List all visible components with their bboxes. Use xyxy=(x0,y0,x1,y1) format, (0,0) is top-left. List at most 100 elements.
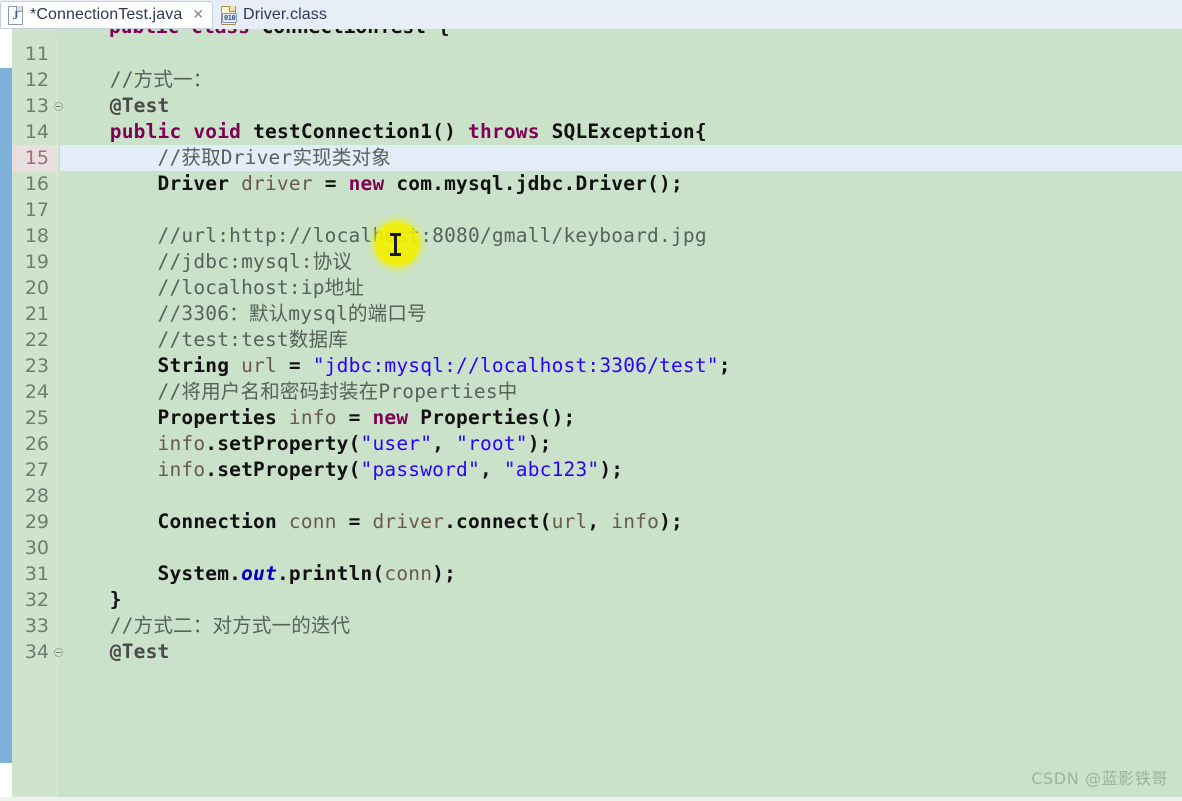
code-line[interactable]: 34 @Test xyxy=(0,639,1182,665)
code-text: //localhost:ip地址 xyxy=(62,275,364,301)
code-line[interactable]: 31 System.out.println(conn); xyxy=(0,561,1182,587)
line-number: 25 xyxy=(12,405,52,431)
code-token: System. xyxy=(62,562,241,585)
code-line[interactable]: 21 //3306：默认mysql的端口号 xyxy=(0,301,1182,327)
line-number: 26 xyxy=(12,431,52,457)
line-number: 28 xyxy=(12,483,52,509)
code-text: info.setProperty("user", "root"); xyxy=(62,431,552,457)
code-line[interactable]: 24 //将用户名和密码封装在Properties中 xyxy=(0,379,1182,405)
code-line[interactable]: 18 //url:http://localhost:8080/gmall/key… xyxy=(0,223,1182,249)
code-token: //localhost:ip地址 xyxy=(62,276,364,299)
code-token: info xyxy=(289,406,337,429)
tab-connectiontest-java[interactable]: J *ConnectionTest.java ✕ xyxy=(0,1,213,29)
line-number: 22 xyxy=(12,327,52,353)
code-text: } xyxy=(62,587,122,613)
code-line[interactable]: 25 Properties info = new Properties(); xyxy=(0,405,1182,431)
code-token: new xyxy=(372,406,408,429)
code-text: System.out.println(conn); xyxy=(62,561,456,587)
code-line[interactable]: 19 //jdbc:mysql:协议 xyxy=(0,249,1182,275)
code-token: SQLException{ xyxy=(540,120,707,143)
line-number: 31 xyxy=(12,561,52,587)
code-line[interactable]: 11 xyxy=(0,41,1182,67)
code-line[interactable]: 23 String url = "jdbc:mysql://localhost:… xyxy=(0,353,1182,379)
code-line[interactable]: 17 xyxy=(0,197,1182,223)
code-text: String url = "jdbc:mysql://localhost:330… xyxy=(62,353,731,379)
code-line[interactable]: 22 //test:test数据库 xyxy=(0,327,1182,353)
code-line[interactable]: 30 xyxy=(0,535,1182,561)
code-line[interactable]: 28 xyxy=(0,483,1182,509)
code-token: //jdbc:mysql:协议 xyxy=(62,250,352,273)
code-line[interactable]: 13 @Test xyxy=(0,93,1182,119)
code-lines-container[interactable]: 1112 //方式一：13 @Test14 public void testCo… xyxy=(0,41,1182,665)
close-icon[interactable]: ✕ xyxy=(192,7,204,23)
code-token: conn xyxy=(384,562,432,585)
code-line[interactable]: 15 //获取Driver实现类对象 xyxy=(0,145,1182,171)
line-number: 17 xyxy=(12,197,52,223)
code-token: ConnectionTest { xyxy=(250,29,450,38)
code-token: public xyxy=(109,29,179,38)
line-number: 12 xyxy=(12,67,52,93)
code-token: "password" xyxy=(361,458,480,481)
code-text: Properties info = new Properties(); xyxy=(62,405,575,431)
code-token: public xyxy=(110,120,182,143)
code-line[interactable]: 16 Driver driver = new com.mysql.jdbc.Dr… xyxy=(0,171,1182,197)
code-token: com.mysql.jdbc.Driver(); xyxy=(384,172,683,195)
code-token: .setProperty( xyxy=(205,432,360,455)
code-text: //获取Driver实现类对象 xyxy=(62,145,391,171)
code-token: ); xyxy=(432,562,456,585)
code-line[interactable]: 14 public void testConnection1() throws … xyxy=(0,119,1182,145)
line-number: 16 xyxy=(12,171,52,197)
code-line[interactable]: 32 } xyxy=(0,587,1182,613)
code-token: = xyxy=(313,172,349,195)
line-number: 30 xyxy=(12,535,52,561)
line-number: 21 xyxy=(12,301,52,327)
line-number: 24 xyxy=(12,379,52,405)
code-token: ); xyxy=(528,432,552,455)
code-token: ); xyxy=(659,510,683,533)
code-token: //方式二：对方式一的迭代 xyxy=(62,614,350,637)
code-line[interactable]: 27 info.setProperty("password", "abc123"… xyxy=(0,457,1182,483)
code-token xyxy=(179,29,191,38)
line-number: 29 xyxy=(12,509,52,535)
text-ibeam-cursor-icon xyxy=(394,233,397,256)
tab-label: *ConnectionTest.java xyxy=(30,6,182,24)
code-text: public void testConnection1() throws SQL… xyxy=(62,119,707,145)
line-number: 27 xyxy=(12,457,52,483)
code-line[interactable]: 12 //方式一： xyxy=(0,67,1182,93)
code-token: new xyxy=(349,172,385,195)
code-token: @Test xyxy=(110,94,170,117)
code-token: String xyxy=(62,354,241,377)
code-token: , xyxy=(432,432,456,455)
code-token: ); xyxy=(599,458,623,481)
java-file-icon: J xyxy=(8,6,23,24)
code-token: info xyxy=(158,432,206,455)
code-token xyxy=(62,120,110,143)
code-token: Properties xyxy=(62,406,289,429)
code-token: ; xyxy=(719,354,731,377)
java-file-icon-letter: J xyxy=(10,8,21,22)
code-token: "abc123" xyxy=(504,458,600,481)
tab-driver-class[interactable]: 010 Driver.class xyxy=(213,1,336,29)
code-token: throws xyxy=(468,120,540,143)
code-line[interactable]: 20 //localhost:ip地址 xyxy=(0,275,1182,301)
code-token: .setProperty( xyxy=(205,458,360,481)
class-file-icon: 010 xyxy=(221,6,236,24)
line-number: 33 xyxy=(12,613,52,639)
line-number: 34 xyxy=(12,639,52,665)
code-text: @Test xyxy=(62,93,169,119)
code-editor[interactable]: public class ConnectionTest { 1112 //方式一… xyxy=(0,29,1182,801)
code-line[interactable]: 29 Connection conn = driver.connect(url,… xyxy=(0,509,1182,535)
code-token xyxy=(62,458,158,481)
line-number: 13 xyxy=(12,93,52,119)
line-number: 15 xyxy=(12,145,52,171)
line-number: 23 xyxy=(12,353,52,379)
code-text: info.setProperty("password", "abc123"); xyxy=(62,457,623,483)
code-token: } xyxy=(62,588,122,611)
code-line[interactable]: 26 info.setProperty("user", "root"); xyxy=(0,431,1182,457)
code-token xyxy=(62,432,158,455)
mouse-cursor-highlight xyxy=(375,222,419,266)
code-line[interactable]: 33 //方式二：对方式一的迭代 xyxy=(0,613,1182,639)
code-token: , xyxy=(587,510,611,533)
code-text: @Test xyxy=(62,639,169,665)
code-token: @Test xyxy=(110,640,170,663)
